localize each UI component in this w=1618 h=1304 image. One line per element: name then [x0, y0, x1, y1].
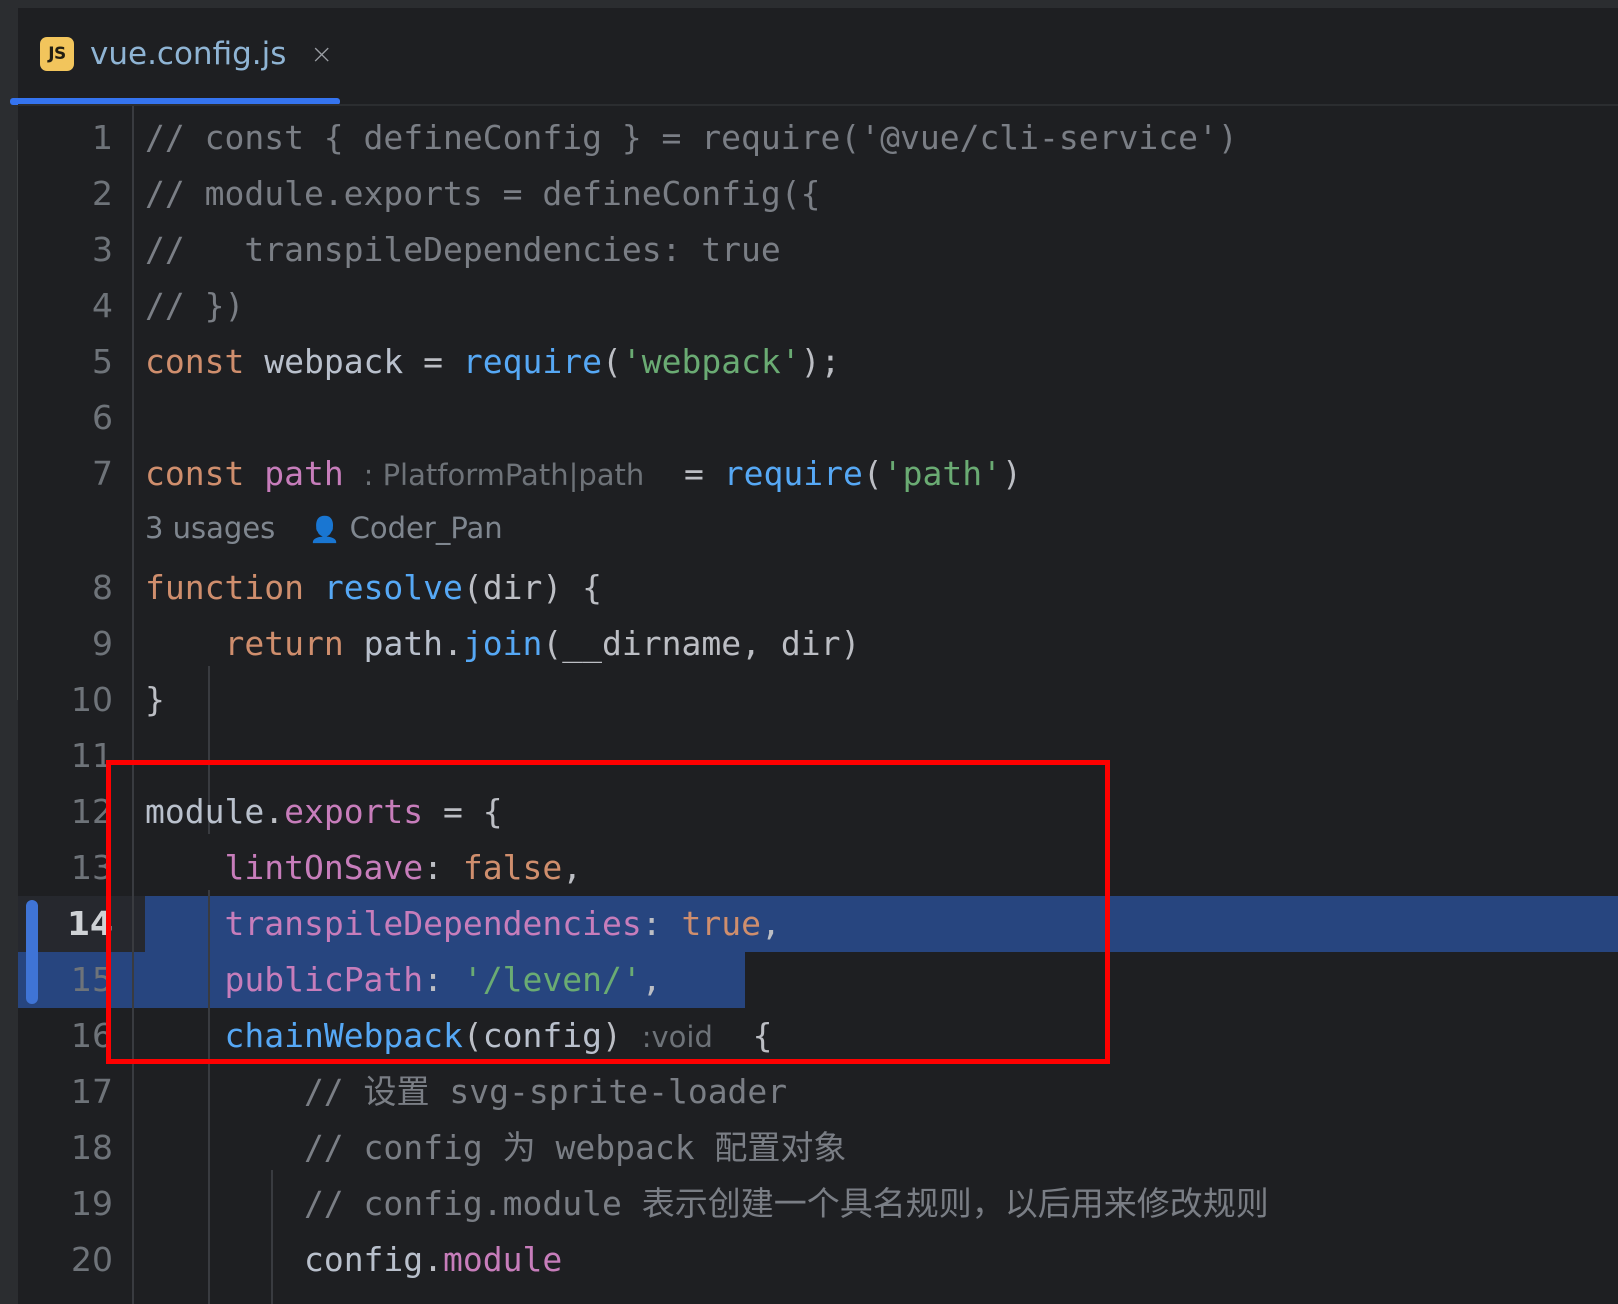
- line-number: 17: [71, 1072, 113, 1111]
- code-line[interactable]: 15 publicPath: '/leven/',: [18, 952, 1618, 1008]
- code-text: publicPath: '/leven/',: [224, 960, 662, 999]
- code-vision-hint[interactable]: 3 usages 👤 Coder_Pan: [145, 504, 503, 552]
- line-number: 18: [71, 1128, 113, 1167]
- line-number: 7: [92, 454, 113, 493]
- code-line[interactable]: 20 config.module: [18, 1232, 1618, 1288]
- code-text: module.exports = {: [145, 792, 503, 831]
- line-number: 13: [71, 848, 113, 887]
- code-text: // transpileDependencies: true: [145, 230, 781, 269]
- code-line[interactable]: 7 const path : PlatformPath|path = requir…: [18, 446, 1618, 502]
- code-text: chainWebpack(config) :void {: [224, 1016, 773, 1055]
- line-number: 10: [71, 680, 113, 719]
- window-top-strip: [0, 0, 1618, 8]
- author-name[interactable]: Coder_Pan: [350, 511, 503, 545]
- code-text: function resolve(dir) {: [145, 568, 602, 607]
- usages-count[interactable]: 3 usages: [145, 511, 275, 545]
- editor-tab-bar: JS vue.config.js ×: [18, 8, 1618, 100]
- code-line[interactable]: 8 function resolve(dir) {: [18, 560, 1618, 616]
- code-text: // config 为 webpack 配置对象: [145, 1128, 847, 1167]
- left-tool-strip: [0, 8, 18, 1304]
- code-line[interactable]: 5 const webpack = require('webpack');: [18, 334, 1618, 390]
- code-text: const webpack = require('webpack');: [145, 342, 841, 381]
- code-line[interactable]: 1 // const { defineConfig } = require('@v…: [18, 110, 1618, 166]
- code-line[interactable]: 16 chainWebpack(config) :void {: [18, 1008, 1618, 1064]
- code-line[interactable]: 14 transpileDependencies: true,: [18, 896, 1618, 952]
- line-number: 4: [92, 286, 113, 325]
- line-number: 3: [92, 230, 113, 269]
- tab-title: vue.config.js: [90, 36, 287, 72]
- line-number: 9: [92, 624, 113, 663]
- code-line[interactable]: 2 // module.exports = defineConfig({: [18, 166, 1618, 222]
- code-line[interactable]: 18 // config 为 webpack 配置对象: [18, 1120, 1618, 1176]
- line-number: 15: [71, 960, 113, 999]
- line-number: 20: [71, 1240, 113, 1279]
- line-number: 16: [71, 1016, 113, 1055]
- code-line[interactable]: 10}: [18, 672, 1618, 728]
- line-number: 12: [71, 792, 113, 831]
- line-number: 14: [67, 904, 113, 943]
- line-number: 8: [92, 568, 113, 607]
- code-line[interactable]: 13 lintOnSave: false,: [18, 840, 1618, 896]
- person-icon: 👤: [309, 515, 341, 544]
- line-number: 1: [92, 118, 113, 157]
- line-number: 2: [92, 174, 113, 213]
- code-line[interactable]: 9 return path.join(__dirname, dir): [18, 616, 1618, 672]
- tab-vue-config-js[interactable]: JS vue.config.js ×: [18, 8, 351, 100]
- line-number: 19: [71, 1184, 113, 1223]
- line-number: 5: [92, 342, 113, 381]
- code-text: config.module: [303, 1240, 563, 1279]
- code-text: // const { defineConfig } = require('@vu…: [145, 118, 1238, 157]
- code-text: }: [145, 680, 165, 719]
- line-number: 6: [92, 398, 113, 437]
- code-line[interactable]: 6: [18, 390, 1618, 446]
- code-text: // module.exports = defineConfig({: [145, 174, 821, 213]
- line-number: 11: [71, 736, 113, 775]
- close-icon[interactable]: ×: [310, 41, 333, 68]
- code-text: const path : PlatformPath|path = require…: [145, 454, 1022, 493]
- code-line[interactable]: 4 // }): [18, 278, 1618, 334]
- code-editor[interactable]: 1 // const { defineConfig } = require('@v…: [18, 106, 1618, 1304]
- code-line[interactable]: 3 // transpileDependencies: true: [18, 222, 1618, 278]
- code-text: // 设置 svg-sprite-loader: [145, 1072, 788, 1111]
- code-text: return path.join(__dirname, dir): [224, 624, 861, 663]
- code-text: transpileDependencies: true,: [224, 904, 781, 943]
- code-line[interactable]: 19 // config.module 表示创建一个具名规则，以后用来修改规则: [18, 1176, 1618, 1232]
- code-line[interactable]: 17 // 设置 svg-sprite-loader: [18, 1064, 1618, 1120]
- code-text: lintOnSave: false,: [224, 848, 583, 887]
- js-file-icon: JS: [40, 37, 74, 71]
- code-line[interactable]: 12 module.exports = {: [18, 784, 1618, 840]
- code-line[interactable]: 11: [18, 728, 1618, 784]
- code-text: // config.module 表示创建一个具名规则，以后用来修改规则: [145, 1184, 1269, 1223]
- code-text: // }): [145, 286, 245, 325]
